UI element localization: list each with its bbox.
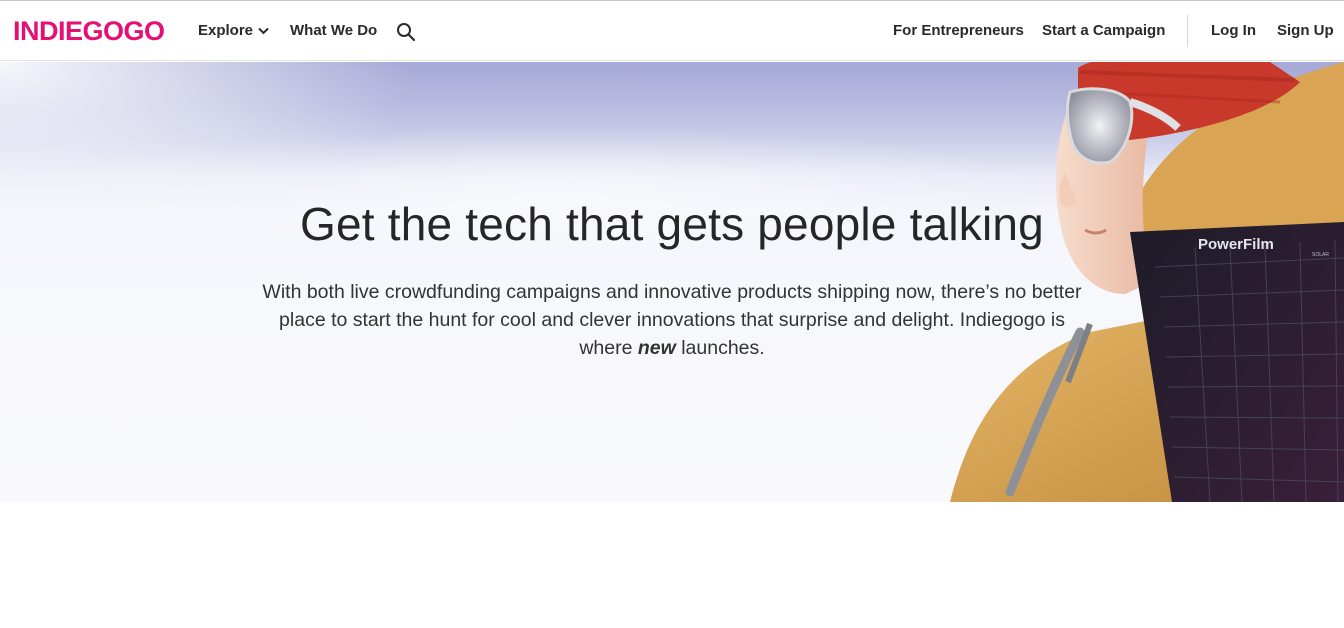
hero-subtitle: With both live crowdfunding campaigns an…	[262, 278, 1082, 362]
nav-divider	[1187, 15, 1188, 47]
hero-banner: PowerFilm SOLAR Get the tech that gets p…	[0, 62, 1344, 502]
hero-title: Get the tech that gets people talking	[300, 198, 1044, 250]
panel-brand-sub-text: SOLAR	[1312, 252, 1329, 258]
what-we-do-link[interactable]: What We Do	[290, 21, 377, 41]
chevron-down-icon	[258, 21, 269, 41]
hero-subtitle-emphasis: new	[637, 337, 676, 359]
sign-up-link[interactable]: Sign Up	[1277, 21, 1334, 41]
log-in-link[interactable]: Log In	[1211, 21, 1256, 41]
indiegogo-logo[interactable]: INDIEGOGO	[13, 15, 165, 47]
search-icon[interactable]	[396, 22, 416, 42]
top-navigation: INDIEGOGO Explore What We Do For Entrepr…	[0, 1, 1344, 61]
panel-brand-text: PowerFilm	[1198, 236, 1274, 253]
hero-subtitle-end: launches.	[675, 337, 765, 359]
start-campaign-link[interactable]: Start a Campaign	[1042, 21, 1165, 41]
for-entrepreneurs-link[interactable]: For Entrepreneurs	[893, 21, 1024, 41]
explore-menu[interactable]: Explore	[198, 21, 269, 41]
explore-label: Explore	[198, 22, 254, 39]
